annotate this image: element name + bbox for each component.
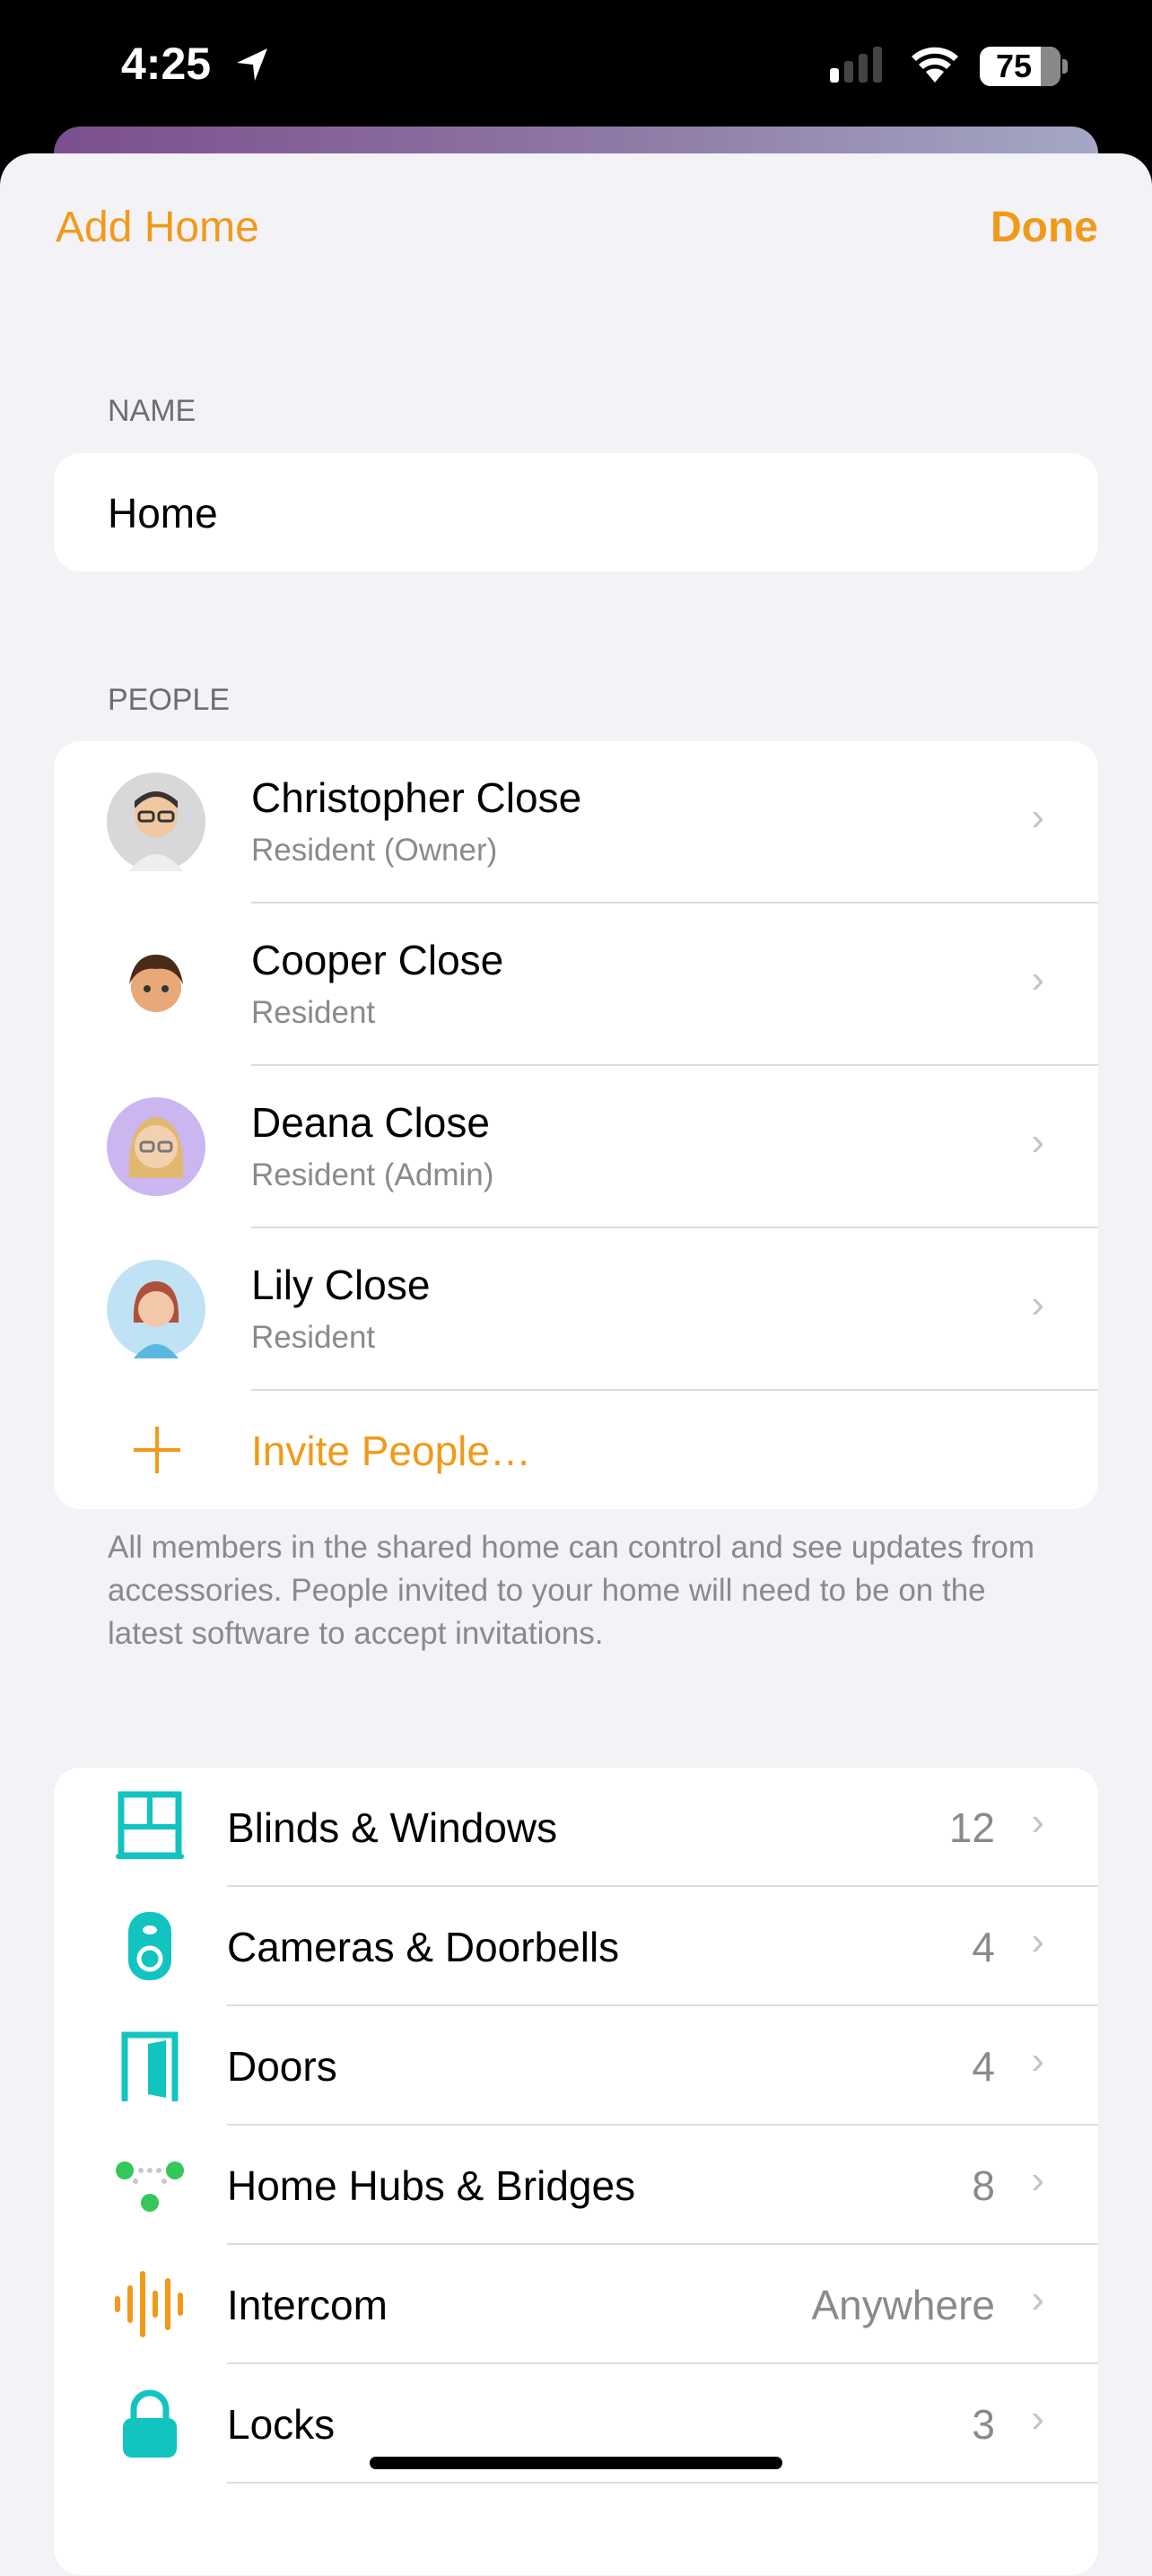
home-name-value[interactable]: Home bbox=[108, 489, 218, 537]
chevron-right-icon: › bbox=[1031, 1120, 1044, 1164]
chevron-right-icon: › bbox=[1031, 2039, 1044, 2083]
door-icon bbox=[121, 2031, 179, 2101]
chevron-right-icon: › bbox=[1031, 795, 1044, 839]
chevron-right-icon: › bbox=[1031, 2277, 1044, 2321]
battery-level: 75 bbox=[996, 48, 1033, 84]
category-name: Blinds & Windows bbox=[227, 1804, 558, 1851]
avatar bbox=[107, 1260, 205, 1358]
camera-doorbell-icon bbox=[128, 1912, 171, 1980]
status-time: 4:25 bbox=[121, 39, 212, 89]
person-name: Cooper Close bbox=[251, 937, 504, 983]
intercom-waveform-icon bbox=[115, 2271, 183, 2337]
person-row[interactable]: Christopher Close Resident (Owner) › bbox=[54, 741, 1098, 904]
person-name: Deana Close bbox=[251, 1099, 490, 1146]
category-name: Locks bbox=[227, 2401, 336, 2448]
category-name: Intercom bbox=[227, 2282, 388, 2328]
person-name: Lily Close bbox=[251, 1262, 431, 1308]
battery-nub bbox=[1062, 59, 1068, 74]
category-name: Doors bbox=[227, 2043, 337, 2090]
chevron-right-icon: › bbox=[1031, 2397, 1044, 2441]
home-indicator[interactable] bbox=[370, 2457, 782, 2469]
home-hub-icon bbox=[116, 2161, 184, 2212]
category-row-doors[interactable]: Doors 4 › bbox=[54, 2006, 1098, 2126]
category-name: Cameras & Doorbells bbox=[227, 1924, 620, 1970]
location-arrow-icon bbox=[237, 48, 267, 81]
chevron-right-icon: › bbox=[1031, 1919, 1044, 1963]
person-name: Christopher Close bbox=[251, 774, 582, 821]
people-section-label: PEOPLE bbox=[108, 683, 231, 717]
home-settings-sheet: Add Home Done NAME Home PEOPLE Christoph… bbox=[0, 153, 1152, 2576]
lock-icon bbox=[123, 2389, 177, 2458]
accessory-categories-list: Blinds & Windows 12 › Cameras & Doorbell… bbox=[54, 1768, 1098, 2575]
person-row[interactable]: Cooper Close Resident › bbox=[54, 904, 1098, 1066]
wifi-icon bbox=[912, 47, 958, 83]
person-row[interactable]: Deana Close Resident (Admin) › bbox=[54, 1066, 1098, 1228]
category-count: 12 bbox=[948, 1804, 995, 1851]
chevron-right-icon: › bbox=[1031, 1800, 1044, 1844]
plus-icon bbox=[134, 1427, 180, 1473]
person-role: Resident bbox=[251, 995, 376, 1030]
category-name: Home Hubs & Bridges bbox=[227, 2162, 636, 2209]
category-value: Anywhere bbox=[811, 2282, 995, 2328]
category-count: 3 bbox=[972, 2401, 995, 2448]
window-blinds-icon bbox=[116, 1791, 184, 1859]
person-role: Resident bbox=[251, 1320, 376, 1355]
cellular-signal-icon bbox=[830, 47, 882, 83]
chevron-right-icon: › bbox=[1031, 2158, 1044, 2202]
invite-people-button[interactable]: Invite People… bbox=[54, 1391, 1098, 1509]
done-button[interactable]: Done bbox=[991, 203, 1098, 252]
people-footer-note: All members in the shared home can contr… bbox=[108, 1530, 1035, 1651]
avatar bbox=[107, 773, 205, 871]
avatar bbox=[107, 1097, 205, 1196]
avatar bbox=[107, 935, 205, 1034]
category-row-intercom[interactable]: Intercom Anywhere › bbox=[54, 2245, 1098, 2364]
battery-indicator: 75 bbox=[980, 47, 1060, 86]
category-count: 8 bbox=[972, 2162, 995, 2209]
name-section-label: NAME bbox=[108, 394, 196, 428]
person-role: Resident (Admin) bbox=[251, 1157, 494, 1192]
status-bar: 4:25 75 bbox=[0, 0, 1152, 135]
add-home-button[interactable]: Add Home bbox=[56, 203, 259, 252]
divider bbox=[227, 2482, 1098, 2484]
category-row-blinds-windows[interactable]: Blinds & Windows 12 › bbox=[54, 1768, 1098, 1887]
category-row-cameras-doorbells[interactable]: Cameras & Doorbells 4 › bbox=[54, 1887, 1098, 2006]
person-row[interactable]: Lily Close Resident › bbox=[54, 1228, 1098, 1391]
chevron-right-icon: › bbox=[1031, 1282, 1044, 1326]
category-row-home-hubs[interactable]: Home Hubs & Bridges 8 › bbox=[54, 2126, 1098, 2245]
person-role: Resident (Owner) bbox=[251, 833, 498, 868]
people-list: Christopher Close Resident (Owner) › Coo… bbox=[54, 741, 1098, 1509]
category-count: 4 bbox=[972, 2043, 995, 2090]
category-count: 4 bbox=[972, 1924, 995, 1970]
invite-people-label: Invite People… bbox=[251, 1428, 531, 1474]
chevron-right-icon: › bbox=[1031, 957, 1044, 1001]
home-name-field[interactable]: Home bbox=[54, 453, 1098, 572]
